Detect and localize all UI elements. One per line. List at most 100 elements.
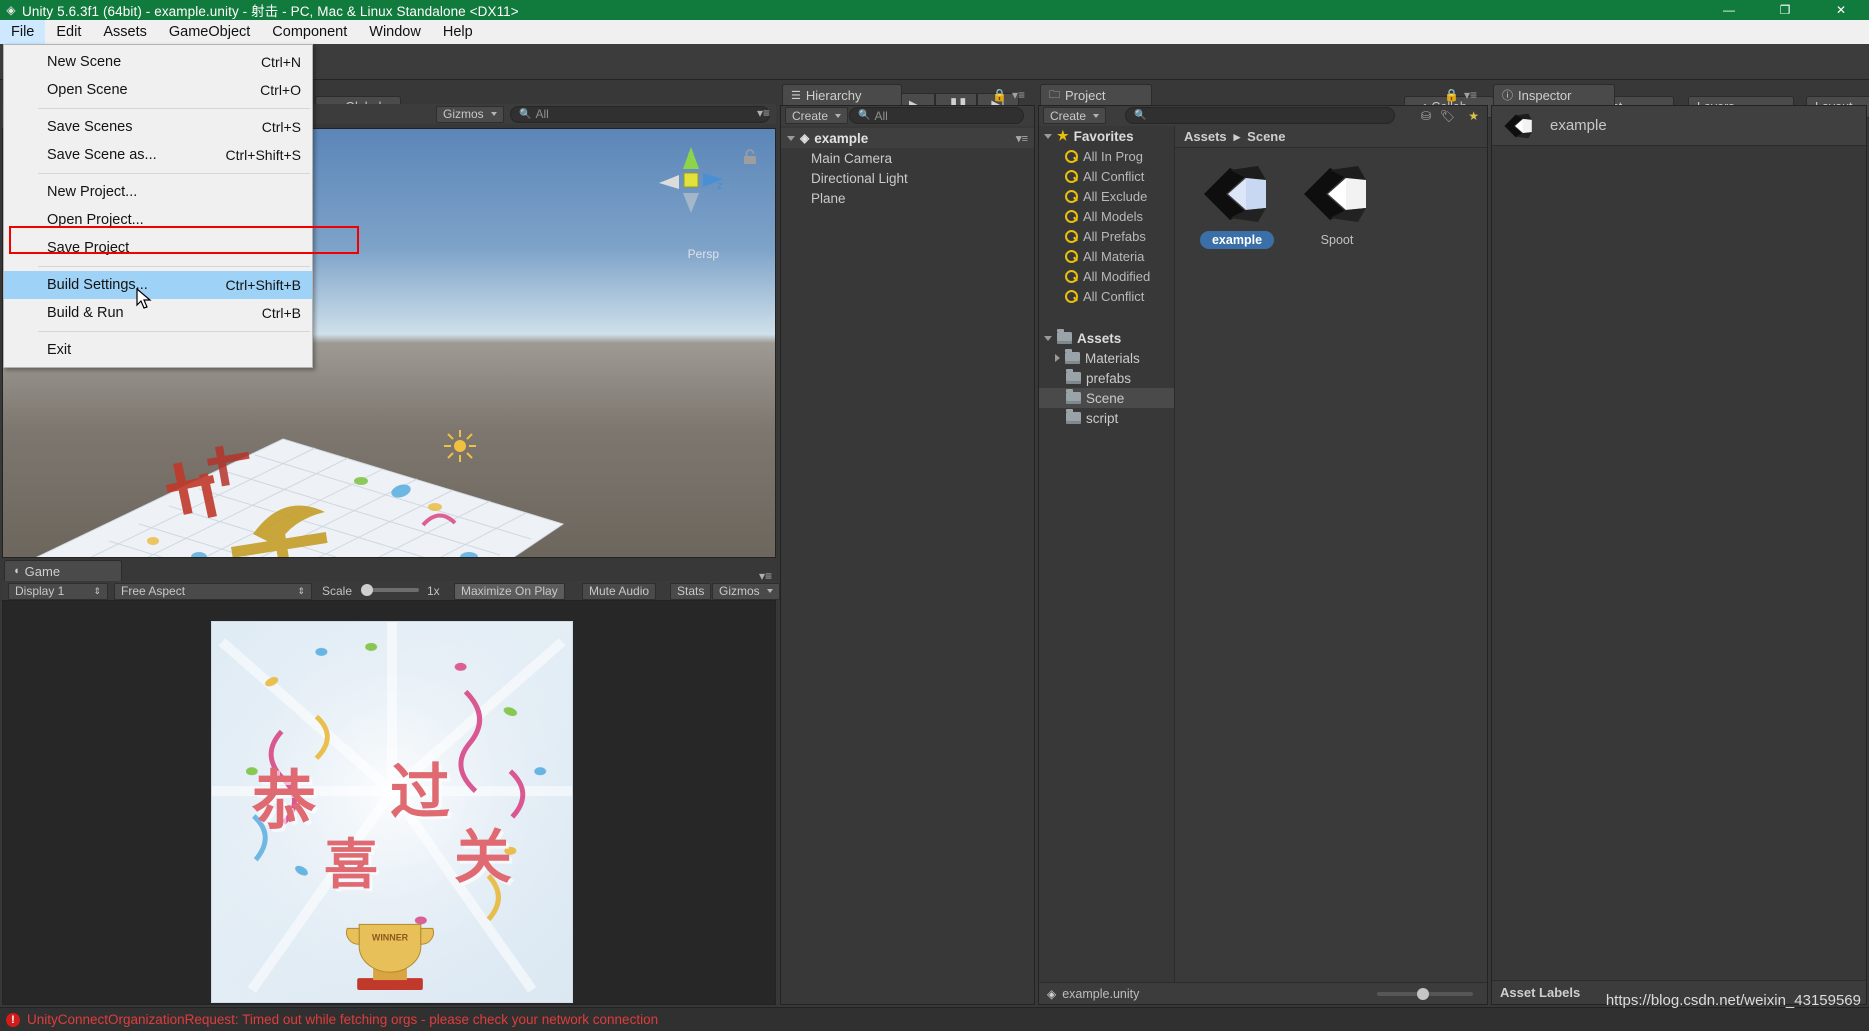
chevron-down-icon[interactable] — [1044, 335, 1052, 341]
unity-scene-icon: ◈ — [1047, 986, 1057, 1001]
hierarchy-scene-options-icon[interactable]: ▾≡ — [1016, 132, 1028, 145]
chevron-down-icon[interactable] — [787, 135, 795, 141]
tab-inspector[interactable]: ⓘ Inspector — [1493, 84, 1615, 105]
scene-search-input[interactable]: 🔍 All — [510, 105, 770, 123]
scene-options-icon[interactable]: ▾≡ — [757, 106, 770, 120]
menu-help[interactable]: Help — [432, 20, 484, 44]
minimize-button[interactable]: — — [1701, 0, 1757, 20]
status-bar[interactable]: ! UnityConnectOrganizationRequest: Timed… — [0, 1007, 1869, 1031]
project-filter-icon[interactable]: ⛁ — [1421, 109, 1431, 123]
project-zoom-slider[interactable] — [1377, 987, 1473, 1000]
project-options-icon[interactable]: ▾≡ — [1464, 88, 1477, 102]
hierarchy-item-plane[interactable]: Plane — [781, 188, 1034, 208]
project-folder-scene[interactable]: Scene — [1039, 388, 1174, 408]
menu-assets[interactable]: Assets — [92, 20, 158, 44]
project-favorite-item[interactable]: All Conflict — [1039, 286, 1174, 306]
game-display-dropdown[interactable]: Display 1 ⇕ — [8, 582, 108, 600]
axis-z-label: z — [717, 180, 723, 192]
menu-item-exit[interactable]: Exit — [4, 336, 312, 364]
project-favorite-item[interactable]: All Models — [1039, 206, 1174, 226]
file-dropdown-menu[interactable]: New Scene Ctrl+N Open Scene Ctrl+O Save … — [3, 44, 313, 368]
project-asset-example[interactable]: example — [1189, 160, 1285, 249]
scene-gizmos-dropdown[interactable]: Gizmos — [436, 105, 504, 123]
project-search-input[interactable]: 🔍 — [1125, 107, 1395, 124]
hierarchy-tree[interactable]: ◈ example ▾≡ Main Camera Directional Lig… — [781, 126, 1034, 1004]
close-button[interactable]: ✕ — [1813, 0, 1869, 20]
hierarchy-item-main-camera[interactable]: Main Camera — [781, 148, 1034, 168]
breadcrumb-assets[interactable]: Assets — [1184, 129, 1227, 144]
maximize-button[interactable]: ❐ — [1757, 0, 1813, 20]
project-create-label: Create — [1050, 108, 1087, 123]
game-scale-label: Scale — [322, 584, 353, 598]
project-panel: Create 🔍 ⛁ 🏷 ★ ★ Favorites All In Prog A… — [1038, 105, 1488, 1005]
menu-item-label: Save Scenes — [47, 119, 133, 135]
error-icon: ! — [6, 1012, 20, 1027]
menu-item-save-scene-as[interactable]: Save Scene as... Ctrl+Shift+S — [4, 141, 312, 169]
breadcrumb-scene[interactable]: Scene — [1247, 129, 1285, 144]
project-content-column[interactable]: Assets ▸ Scene example Spoot — [1175, 126, 1487, 1004]
axis-y-label: y — [688, 150, 694, 162]
scene-axis-gizmo[interactable]: y z — [655, 143, 727, 215]
tab-project[interactable]: 🗀 Project — [1040, 84, 1152, 105]
menu-item-shortcut: Ctrl+O — [260, 82, 301, 98]
project-folder-prefabs[interactable]: prefabs — [1039, 368, 1174, 388]
menu-item-save-project[interactable]: Save Project — [4, 234, 312, 262]
menu-item-new-scene[interactable]: New Scene Ctrl+N — [4, 48, 312, 76]
project-zoom-slider-handle[interactable] — [1417, 987, 1429, 1000]
menu-item-build-and-run[interactable]: Build & Run Ctrl+B — [4, 299, 312, 327]
project-favorite-item[interactable]: All Materia — [1039, 246, 1174, 266]
game-gizmos-label: Gizmos — [719, 584, 760, 598]
project-favorite-item[interactable]: All Conflict — [1039, 166, 1174, 186]
menu-item-build-settings[interactable]: Build Settings... Ctrl+Shift+B — [4, 271, 312, 299]
menu-item-open-scene[interactable]: Open Scene Ctrl+O — [4, 76, 312, 104]
project-label-icon[interactable]: 🏷 — [1440, 109, 1455, 123]
tab-game[interactable]: ◖ Game — [4, 560, 122, 581]
project-favorite-item[interactable]: All Prefabs — [1039, 226, 1174, 246]
game-view-viewport[interactable]: WINNER 恭 喜 过 关 — [2, 600, 776, 1005]
project-folder-script[interactable]: script — [1039, 408, 1174, 428]
game-scale-slider-handle[interactable] — [361, 584, 373, 596]
menu-window[interactable]: Window — [358, 20, 432, 44]
project-footer: ◈ example.unity — [1039, 982, 1487, 1004]
game-gizmos-dropdown[interactable]: Gizmos — [712, 582, 780, 600]
project-favorite-item[interactable]: All Modified — [1039, 266, 1174, 286]
menu-file[interactable]: File — [0, 20, 46, 44]
project-asset-spoot[interactable]: Spoot — [1289, 160, 1385, 247]
hierarchy-scene-root[interactable]: ◈ example ▾≡ — [781, 128, 1034, 148]
project-favorites-root[interactable]: ★ Favorites — [1039, 126, 1174, 146]
status-message: UnityConnectOrganizationRequest: Timed o… — [27, 1012, 659, 1027]
project-favorite-star-icon[interactable]: ★ — [1468, 109, 1479, 123]
project-favorite-label: All Prefabs — [1083, 228, 1146, 244]
hierarchy-item-directional-light[interactable]: Directional Light — [781, 168, 1034, 188]
menu-item-new-project[interactable]: New Project... — [4, 178, 312, 206]
menu-component[interactable]: Component — [261, 20, 358, 44]
stats-label: Stats — [677, 584, 705, 598]
menu-item-label: Save Project — [47, 240, 130, 256]
hierarchy-options-icon[interactable]: ▾≡ — [1012, 88, 1025, 102]
menu-item-save-scenes[interactable]: Save Scenes Ctrl+S — [4, 113, 312, 141]
lock-icon[interactable]: 🔒 — [992, 88, 1007, 102]
project-favorite-item[interactable]: All In Prog — [1039, 146, 1174, 166]
project-create-button[interactable]: Create — [1043, 107, 1107, 124]
lock-icon[interactable] — [743, 149, 757, 165]
project-assets-root[interactable]: Assets — [1039, 328, 1174, 348]
mute-audio-toggle[interactable]: Mute Audio — [582, 582, 657, 600]
stats-toggle[interactable]: Stats — [670, 582, 712, 600]
project-folder-label: script — [1086, 410, 1119, 426]
game-scale-slider[interactable] — [361, 584, 419, 596]
chevron-right-icon[interactable] — [1055, 354, 1060, 362]
menu-gameobject[interactable]: GameObject — [158, 20, 261, 44]
lock-icon[interactable]: 🔒 — [1444, 88, 1459, 102]
tab-hierarchy[interactable]: ☰ Hierarchy — [782, 84, 902, 105]
hierarchy-create-button[interactable]: Create — [785, 107, 849, 124]
project-folder-materials[interactable]: Materials — [1039, 348, 1174, 368]
menu-edit[interactable]: Edit — [45, 20, 92, 44]
menu-item-open-project[interactable]: Open Project... — [4, 206, 312, 234]
hierarchy-search-input[interactable]: 🔍 All — [849, 107, 1024, 124]
chevron-down-icon[interactable] — [1044, 133, 1052, 139]
maximize-on-play-toggle[interactable]: Maximize On Play — [454, 582, 565, 600]
project-favorite-item[interactable]: All Exclude — [1039, 186, 1174, 206]
game-options-icon[interactable]: ▾≡ — [759, 569, 772, 583]
game-aspect-dropdown[interactable]: Free Aspect ⇕ — [114, 582, 312, 600]
project-tree-column[interactable]: ★ Favorites All In Prog All Conflict All… — [1039, 126, 1175, 1004]
